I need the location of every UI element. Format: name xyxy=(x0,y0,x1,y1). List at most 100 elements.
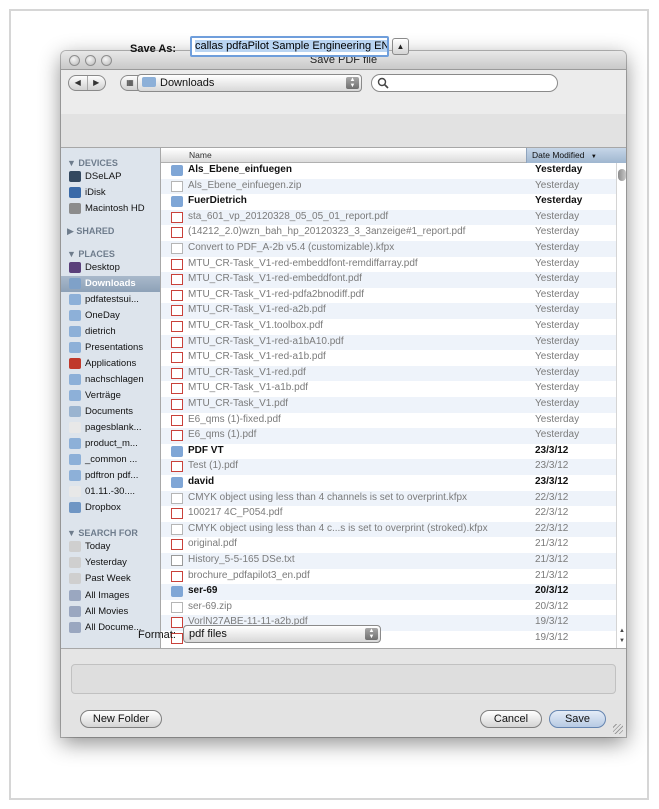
sidebar-item-label: 01.11.-30.... xyxy=(85,486,135,497)
file-row: 100217 4C_P054.pdf 22/3/12 xyxy=(161,506,616,522)
file-row[interactable]: Als_Ebene_einfuegen Yesterday xyxy=(161,163,616,179)
folder-icon xyxy=(171,477,183,488)
file-row: Test (1).pdf 23/3/12 xyxy=(161,459,616,475)
sidebar-item-label: Applications xyxy=(85,358,137,369)
sidebar-item[interactable]: pagesblank... xyxy=(67,420,160,436)
location-popup[interactable]: Downloads ▲ ▼ xyxy=(137,74,362,92)
save-as-field[interactable]: callas pdfaPilot Sample Engineering EN xyxy=(190,36,389,57)
file-row: E6_qms (1)-fixed.pdf Yesterday xyxy=(161,413,616,429)
vertical-scrollbar[interactable]: ▲ ▼ xyxy=(616,163,626,648)
back-button[interactable]: ◀ xyxy=(69,76,88,90)
file-row[interactable]: FuerDietrich Yesterday xyxy=(161,194,616,210)
sidebar-item-label: iDisk xyxy=(85,187,106,198)
hard-drive-icon xyxy=(69,203,81,214)
sidebar-item[interactable]: pdfatestsui... xyxy=(67,292,160,308)
sidebar-item[interactable]: _common ... xyxy=(67,452,160,468)
sidebar-item[interactable]: 01.11.-30.... xyxy=(67,484,160,500)
sidebar-item[interactable]: Documents xyxy=(67,404,160,420)
sidebar-item[interactable]: Desktop xyxy=(67,260,160,276)
expand-dialog-button[interactable]: ▲ xyxy=(392,38,409,55)
sidebar-item[interactable]: Dropbox xyxy=(67,500,160,516)
location-value: Downloads xyxy=(160,77,215,89)
file-row: MTU_CR-Task_V1-red.pdf Yesterday xyxy=(161,365,616,382)
sidebar: ▼ DEVICES DSeLAP iDisk Macintosh HD ▶ SHARED… xyxy=(61,148,161,648)
sidebar-item[interactable]: Yesterday xyxy=(67,555,160,571)
sidebar-item[interactable]: Macintosh HD xyxy=(67,201,160,217)
pdf-file-icon xyxy=(171,258,183,270)
file-name: MTU_CR-Task_V1-red-pdfa2bnodiff.pdf xyxy=(188,288,365,300)
sidebar-item-label: Desktop xyxy=(85,262,120,273)
sidebar-item-label: Yesterday xyxy=(85,557,127,568)
sidebar-item-label: Past Week xyxy=(85,573,131,584)
file-row[interactable]: david 23/3/12 xyxy=(161,475,616,491)
forward-button[interactable]: ▶ xyxy=(88,76,106,90)
column-header-date-label: Date Modified xyxy=(532,150,585,160)
file-date-modified: 23/3/12 xyxy=(535,460,569,472)
sidebar-item-label: OneDay xyxy=(85,310,120,321)
resize-grip-icon[interactable] xyxy=(613,724,623,734)
file-row: MTU_CR-Task_V1-red-embeddfont-remdiffarr… xyxy=(161,257,616,273)
new-folder-button[interactable]: New Folder xyxy=(80,710,162,728)
save-button[interactable]: Save xyxy=(549,710,606,728)
folder-icon xyxy=(69,294,81,305)
file-row: original.pdf 21/3/12 xyxy=(161,537,616,553)
sidebar-item[interactable]: dietrich xyxy=(67,324,160,340)
folder-icon xyxy=(69,326,81,337)
pdf-file-icon xyxy=(171,539,183,551)
sidebar-item[interactable]: Past Week xyxy=(67,571,160,587)
laptop-icon xyxy=(69,171,81,182)
file-row[interactable]: PDF VT 23/3/12 xyxy=(161,444,616,460)
sidebar-item[interactable]: All Movies xyxy=(67,604,160,620)
search-field[interactable] xyxy=(371,74,558,92)
file-date-modified: 20/3/12 xyxy=(535,600,569,612)
sidebar-item[interactable]: pdftron pdf... xyxy=(67,468,160,484)
clock-icon xyxy=(69,541,81,552)
sidebar-section-search[interactable]: ▼ SEARCH FOR xyxy=(67,528,138,538)
file-row: MTU_CR-Task_V1.pdf Yesterday xyxy=(161,397,616,413)
sidebar-item[interactable]: product_m... xyxy=(67,436,160,452)
idisk-icon xyxy=(69,187,81,198)
sidebar-item-label: _common ... xyxy=(85,454,138,465)
file-date-modified: Yesterday xyxy=(535,413,580,425)
file-row: Convert to PDF_A-2b v5.4 (customizable).… xyxy=(161,241,616,257)
sidebar-item[interactable]: Verträge xyxy=(67,388,160,404)
format-panel xyxy=(71,664,616,694)
sidebar-section-devices[interactable]: ▼ DEVICES xyxy=(67,158,118,168)
file-name: (14212_2.0)wzn_bah_hp_20120323_3_3anzeig… xyxy=(188,226,466,238)
file-name: CMYK object using less than 4 c...s is s… xyxy=(188,522,488,534)
sidebar-item[interactable]: All Images xyxy=(67,588,160,604)
file-name: MTU_CR-Task_V1-red-a2b.pdf xyxy=(188,304,326,316)
pdf-file-icon xyxy=(171,336,183,348)
file-date-modified: Yesterday xyxy=(535,366,580,378)
sidebar-item[interactable]: OneDay xyxy=(67,308,160,324)
format-popup[interactable]: pdf files ▲ ▼ xyxy=(183,625,381,643)
sidebar-item[interactable]: nachschlagen xyxy=(67,372,160,388)
sidebar-item[interactable]: Today xyxy=(67,539,160,555)
sidebar-section-places[interactable]: ▼ PLACES xyxy=(67,249,115,259)
sidebar-item-label: Today xyxy=(85,541,111,552)
sidebar-item-label: All Movies xyxy=(85,606,129,617)
scroll-arrows-icon[interactable]: ▲ ▼ xyxy=(617,626,626,648)
sidebar-item[interactable]: Presentations xyxy=(67,340,160,356)
folder-icon xyxy=(171,445,183,457)
clock-icon xyxy=(69,557,81,568)
column-header-date-modified[interactable]: Date Modified ▼ xyxy=(526,148,626,163)
scroll-thumb[interactable] xyxy=(618,169,626,181)
sidebar-section-shared[interactable]: ▶ SHARED xyxy=(67,226,114,237)
sidebar-item-label: pagesblank... xyxy=(85,422,142,433)
column-header-name[interactable]: Name xyxy=(189,150,212,160)
file-name: ser-69.zip xyxy=(188,600,232,612)
file-list: Name Date Modified ▼ Als_Ebene_einfuegen… xyxy=(161,148,626,648)
cancel-button[interactable]: Cancel xyxy=(480,710,542,728)
file-row: CMYK object using less than 4 channels i… xyxy=(161,490,616,507)
sidebar-item[interactable]: Downloads xyxy=(61,276,160,292)
file-row[interactable]: ser-69 20/3/12 xyxy=(161,584,616,600)
folder-icon xyxy=(69,454,81,465)
sidebar-item[interactable]: iDisk xyxy=(67,185,160,201)
file-date-modified: Yesterday xyxy=(535,304,580,316)
sidebar-item[interactable]: DSeLAP xyxy=(67,169,160,185)
sidebar-item[interactable]: Applications xyxy=(67,356,160,372)
file-row: E6_qms (1).pdf Yesterday xyxy=(161,428,616,444)
folder-icon xyxy=(69,470,81,481)
file-date-modified: 23/3/12 xyxy=(535,476,569,487)
